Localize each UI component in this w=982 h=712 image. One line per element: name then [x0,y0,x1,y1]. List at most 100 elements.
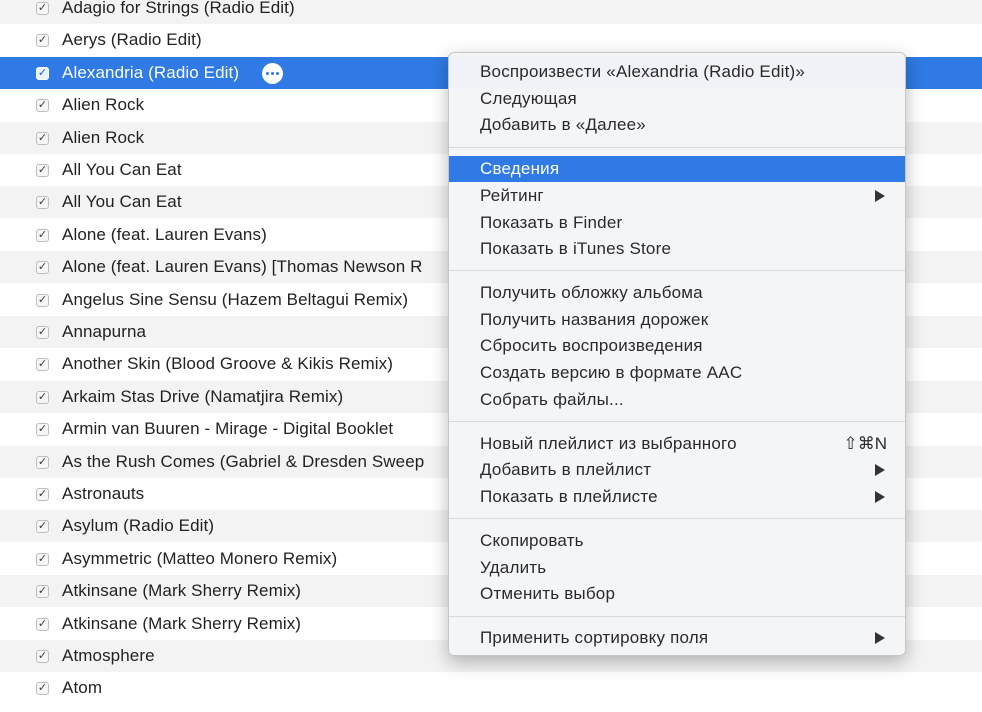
track-checkbox[interactable]: ✓ [36,66,49,80]
menu-item[interactable]: Сбросить воспроизведения [449,333,905,359]
menu-separator [449,270,905,271]
track-row[interactable]: ✓ Adagio for Strings (Radio Edit) [0,0,982,24]
checkmark-icon: ✓ [37,552,48,565]
menu-item[interactable]: Получить обложку альбома [449,280,905,306]
track-checkbox[interactable]: ✓ [36,325,49,339]
track-checkbox[interactable]: ✓ [36,357,49,371]
menu-separator [449,147,905,148]
track-row[interactable]: ✓ Atom [0,672,982,704]
menu-item[interactable]: Показать в Finder [449,210,905,236]
checkmark-icon: ✓ [37,584,48,597]
menu-item-label: Получить названия дорожек [480,310,709,329]
track-title: Alone (feat. Lauren Evans) [Thomas Newso… [62,257,423,276]
menu-item[interactable]: Применить сортировку поля [449,625,905,651]
checkmark-icon: ✓ [37,260,48,273]
menu-item[interactable]: Рейтинг [449,183,905,209]
menu-item-label: Сбросить воспроизведения [480,336,703,355]
menu-item[interactable]: Следующая [449,86,905,112]
more-options-icon[interactable] [262,62,283,84]
track-checkbox[interactable]: ✓ [36,681,49,695]
menu-item-label: Создать версию в формате AAC [480,363,743,382]
menu-item-label: Воспроизвести «Alexandria (Radio Edit)» [480,62,806,81]
menu-item-label: Показать в Finder [480,213,623,232]
checkmark-icon: ✓ [37,617,48,630]
track-checkbox[interactable]: ✓ [36,293,49,307]
checkmark-icon: ✓ [37,98,48,111]
checkmark-icon: ✓ [37,293,48,306]
menu-item[interactable]: Отменить выбор [449,581,905,607]
menu-item-label: Новый плейлист из выбранного [480,434,737,453]
track-title: Atom [62,678,103,697]
track-checkbox[interactable]: ✓ [36,163,49,177]
menu-item[interactable]: Создать версию в формате AAC [449,360,905,386]
track-checkbox[interactable]: ✓ [36,422,49,436]
track-checkbox[interactable]: ✓ [36,1,49,15]
checkmark-icon: ✓ [37,390,48,403]
track-title: All You Can Eat [62,160,182,179]
menu-item[interactable]: Получить названия дорожек [449,307,905,333]
checkmark-icon: ✓ [37,422,48,435]
menu-item[interactable]: Добавить в плейлист [449,457,905,483]
track-checkbox[interactable]: ✓ [36,260,49,274]
track-checkbox[interactable]: ✓ [36,33,49,47]
track-title: Alien Rock [62,95,145,114]
submenu-arrow-icon [875,491,885,503]
submenu-arrow-icon [875,190,885,202]
checkmark-icon: ✓ [37,163,48,176]
menu-item-label: Добавить в «Далее» [480,115,646,134]
track-title: Annapurna [62,322,147,341]
menu-item-label: Показать в iTunes Store [480,239,672,258]
checkmark-icon: ✓ [37,1,48,14]
track-title: Angelus Sine Sensu (Hazem Beltagui Remix… [62,290,409,309]
menu-item[interactable]: Воспроизвести «Alexandria (Radio Edit)» [449,59,905,85]
menu-item-label: Удалить [480,558,547,577]
menu-item-label: Получить обложку альбома [480,283,703,302]
menu-item[interactable]: Собрать файлы... [449,387,905,413]
track-title: Alien Rock [62,128,145,147]
checkmark-icon: ✓ [37,455,48,468]
track-title: Another Skin (Blood Groove & Kikis Remix… [62,354,394,373]
track-checkbox[interactable]: ✓ [36,649,49,663]
track-checkbox[interactable]: ✓ [36,455,49,469]
menu-item-label: Показать в плейлисте [480,487,658,506]
menu-item[interactable]: Новый плейлист из выбранного ⇧⌘N [449,431,905,457]
track-title: Atkinsane (Mark Sherry Remix) [62,581,302,600]
track-title: Aerys (Radio Edit) [62,30,202,49]
menu-item-label: Следующая [480,89,577,108]
menu-item-label: Отменить выбор [480,584,616,603]
menu-separator [449,518,905,519]
track-title: As the Rush Comes (Gabriel & Dresden Swe… [62,452,425,471]
menu-item[interactable]: Показать в плейлисте [449,484,905,510]
track-checkbox[interactable]: ✓ [36,131,49,145]
checkmark-icon: ✓ [37,681,48,694]
track-checkbox[interactable]: ✓ [36,519,49,533]
menu-item[interactable]: Удалить [449,555,905,581]
track-checkbox[interactable]: ✓ [36,487,49,501]
track-checkbox[interactable]: ✓ [36,584,49,598]
track-checkbox[interactable]: ✓ [36,617,49,631]
menu-item[interactable]: Скопировать [449,528,905,554]
menu-item[interactable]: Сведения [449,156,905,182]
checkmark-icon: ✓ [37,66,48,79]
track-checkbox[interactable]: ✓ [36,390,49,404]
track-checkbox[interactable]: ✓ [36,195,49,209]
track-title: All You Can Eat [62,192,182,211]
track-title: Astronauts [62,484,145,503]
track-title: Asylum (Radio Edit) [62,516,215,535]
menu-item[interactable]: Показать в iTunes Store [449,236,905,262]
menu-item-label: Скопировать [480,531,584,550]
menu-item-label: Применить сортировку поля [480,628,709,647]
track-checkbox[interactable]: ✓ [36,552,49,566]
track-title: Asymmetric (Matteo Monero Remix) [62,549,338,568]
checkmark-icon: ✓ [37,131,48,144]
menu-item-label: Добавить в плейлист [480,460,652,479]
track-title: Alone (feat. Lauren Evans) [62,225,267,244]
checkmark-icon: ✓ [37,357,48,370]
menu-item[interactable]: Добавить в «Далее» [449,112,905,138]
track-checkbox[interactable]: ✓ [36,98,49,112]
menu-item-label: Сведения [480,159,560,178]
checkmark-icon: ✓ [37,325,48,338]
track-checkbox[interactable]: ✓ [36,228,49,242]
checkmark-icon: ✓ [37,33,48,46]
checkmark-icon: ✓ [37,195,48,208]
